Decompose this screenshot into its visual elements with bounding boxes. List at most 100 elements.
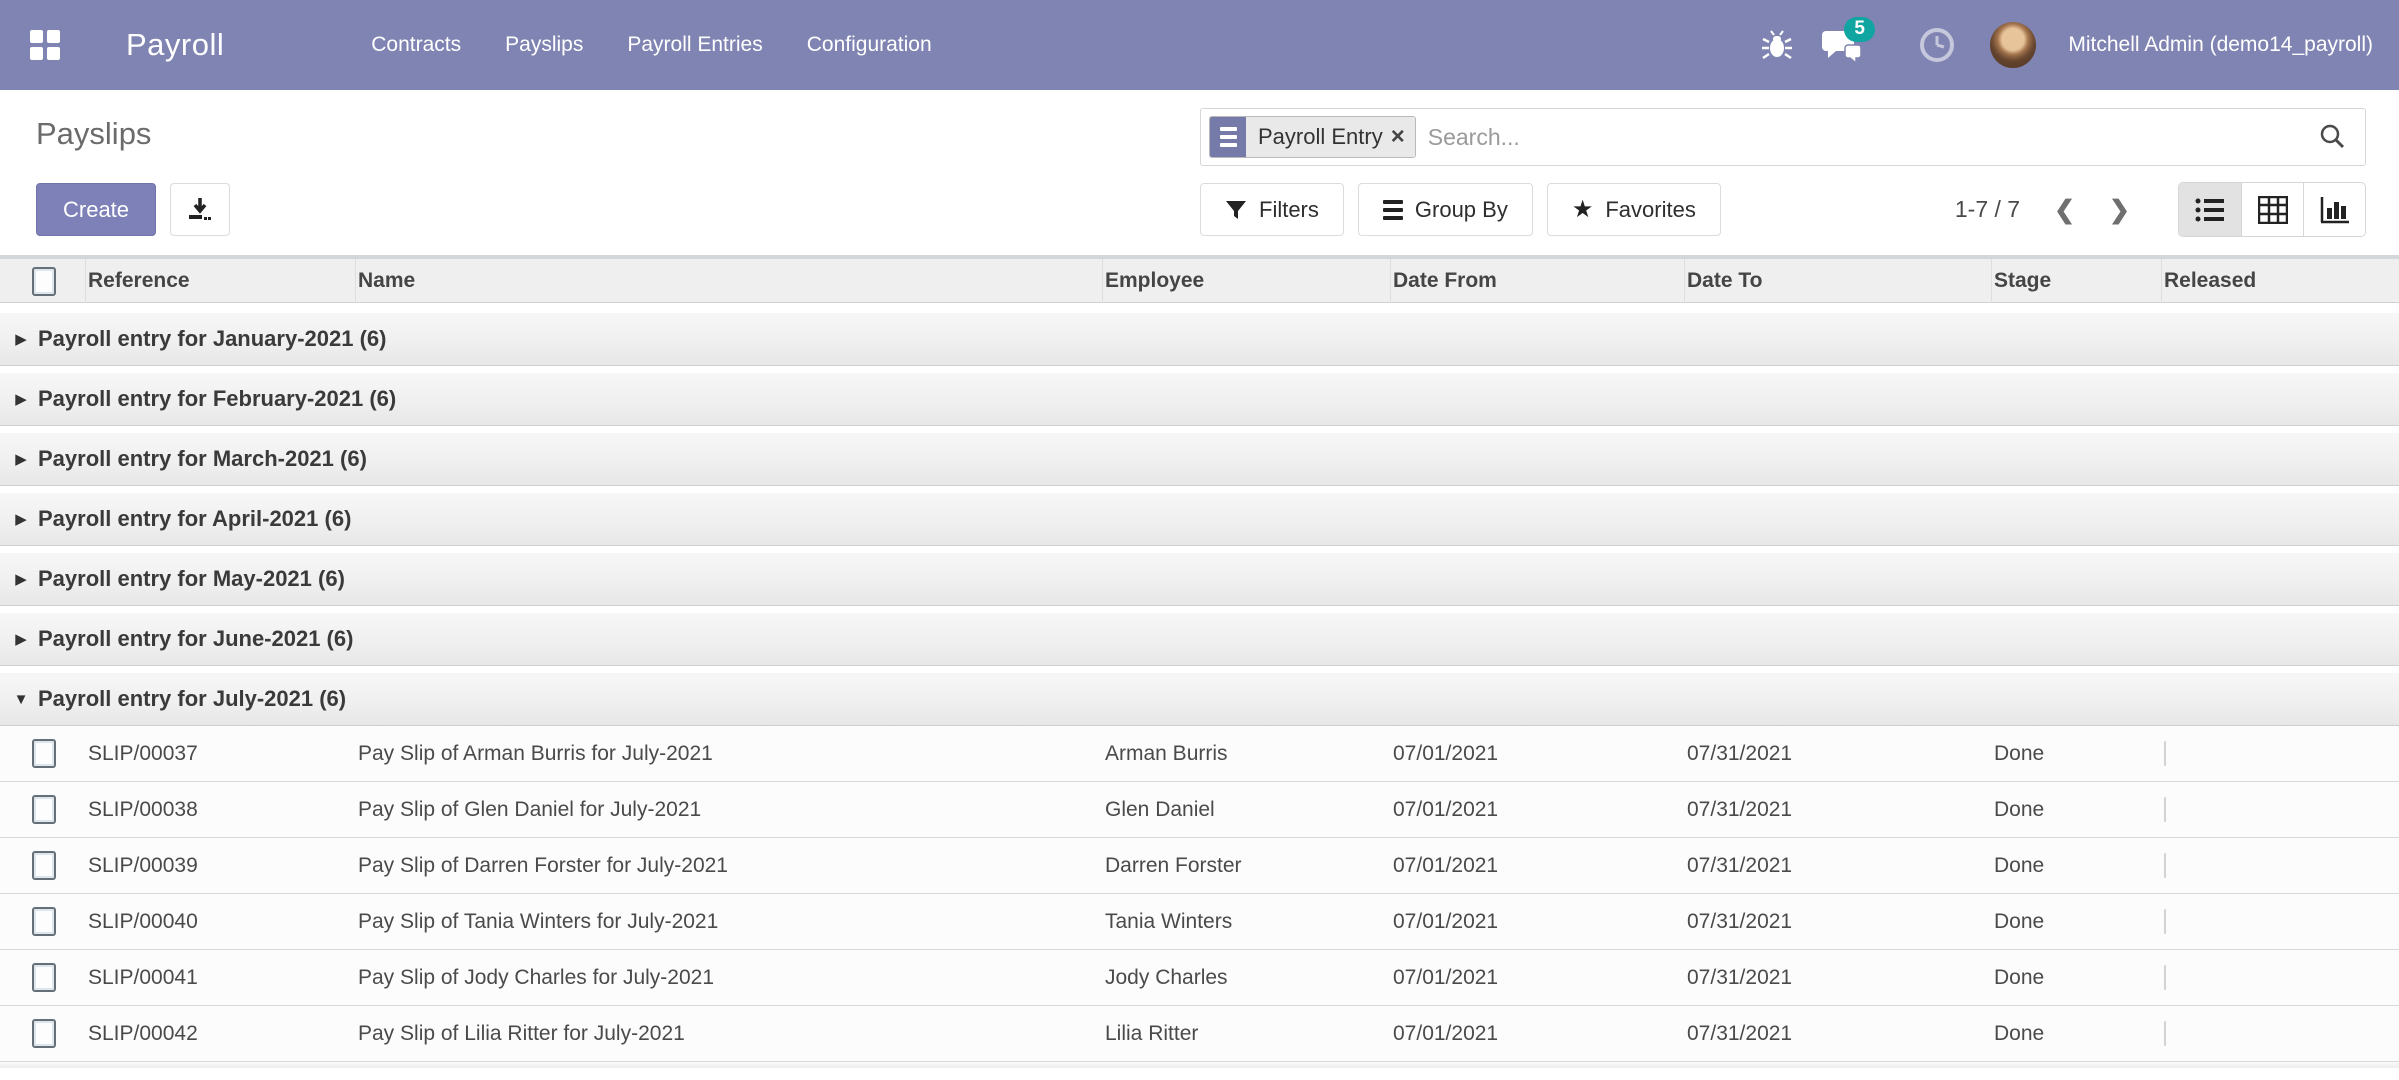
row-checkbox[interactable] (32, 963, 56, 992)
user-menu[interactable]: Mitchell Admin (demo14_payroll) (2068, 33, 2373, 57)
graph-view-button[interactable] (2303, 183, 2365, 236)
column-header-employee[interactable]: Employee (1103, 259, 1391, 303)
group-row-february[interactable]: ▶ Payroll entry for February-2021 (6) (0, 373, 2399, 426)
row-checkbox[interactable] (32, 851, 56, 880)
released-checkbox (2164, 853, 2166, 878)
next-group-row-edge (0, 1062, 2399, 1068)
cell-name: Pay Slip of Darren Forster for July-2021 (356, 854, 1103, 878)
pager-range: 1-7 / 7 (1955, 196, 2020, 223)
pivot-view-icon (2258, 196, 2288, 224)
cell-date-from: 07/01/2021 (1391, 910, 1685, 934)
cell-date-to: 07/31/2021 (1685, 854, 1992, 878)
column-header-date-from[interactable]: Date From (1391, 259, 1685, 303)
search-bar[interactable]: Payroll Entry × (1200, 108, 2366, 166)
nav-item-contracts[interactable]: Contracts (369, 25, 463, 65)
cell-stage: Done (1992, 742, 2162, 766)
cell-stage: Done (1992, 966, 2162, 990)
search-facet: Payroll Entry × (1209, 116, 1416, 158)
app-name[interactable]: Payroll (126, 27, 224, 63)
pager-previous-icon[interactable]: ❮ (2054, 195, 2075, 225)
cell-stage: Done (1992, 854, 2162, 878)
table-row[interactable]: SLIP/00041 Pay Slip of Jody Charles for … (0, 950, 2399, 1006)
cell-name: Pay Slip of Lilia Ritter for July-2021 (356, 1022, 1103, 1046)
group-by-button[interactable]: Group By (1358, 183, 1533, 236)
cell-date-from: 07/01/2021 (1391, 742, 1685, 766)
group-row-march[interactable]: ▶ Payroll entry for March-2021 (6) (0, 433, 2399, 486)
cell-reference: SLIP/00039 (86, 854, 356, 878)
filters-button[interactable]: Filters (1200, 183, 1344, 236)
table-row[interactable]: SLIP/00042 Pay Slip of Lilia Ritter for … (0, 1006, 2399, 1062)
caret-right-icon: ▶ (8, 510, 34, 528)
nav-item-payslips[interactable]: Payslips (503, 25, 585, 65)
table-row[interactable]: SLIP/00038 Pay Slip of Glen Daniel for J… (0, 782, 2399, 838)
table-row[interactable]: SLIP/00037 Pay Slip of Arman Burris for … (0, 726, 2399, 782)
cell-employee: Darren Forster (1103, 854, 1391, 878)
star-icon: ★ (1572, 195, 1594, 224)
group-row-july[interactable]: ▼ Payroll entry for July-2021 (6) (0, 673, 2399, 726)
cell-date-from: 07/01/2021 (1391, 966, 1685, 990)
cell-reference: SLIP/00040 (86, 910, 356, 934)
row-checkbox[interactable] (32, 1019, 56, 1048)
activities-clock-icon[interactable] (1918, 26, 1956, 64)
nav-menu: Contracts Payslips Payroll Entries Confi… (369, 25, 933, 65)
cell-reference: SLIP/00041 (86, 966, 356, 990)
column-header-date-to[interactable]: Date To (1685, 259, 1992, 303)
view-switcher (2178, 182, 2366, 237)
row-checkbox[interactable] (32, 795, 56, 824)
caret-right-icon: ▶ (8, 330, 34, 348)
nav-item-payroll-entries[interactable]: Payroll Entries (625, 25, 764, 65)
caret-right-icon: ▶ (8, 570, 34, 588)
cell-reference: SLIP/00038 (86, 798, 356, 822)
favorites-button[interactable]: ★ Favorites (1547, 183, 1721, 236)
group-by-icon (1383, 200, 1403, 220)
select-all-checkbox[interactable] (32, 267, 56, 296)
caret-down-icon: ▼ (8, 691, 34, 708)
row-checkbox[interactable] (32, 739, 56, 768)
caret-right-icon: ▶ (8, 390, 34, 408)
search-input[interactable] (1416, 124, 2317, 151)
facet-close-icon[interactable]: × (1391, 125, 1405, 149)
top-navbar: Payroll Contracts Payslips Payroll Entri… (0, 0, 2399, 90)
cell-date-to: 07/31/2021 (1685, 742, 1992, 766)
cell-employee: Tania Winters (1103, 910, 1391, 934)
create-button[interactable]: Create (36, 183, 156, 236)
graph-view-icon (2320, 196, 2350, 224)
list-view-button[interactable] (2179, 183, 2241, 236)
group-row-april[interactable]: ▶ Payroll entry for April-2021 (6) (0, 493, 2399, 546)
group-row-june[interactable]: ▶ Payroll entry for June-2021 (6) (0, 613, 2399, 666)
page-title: Payslips (36, 116, 151, 152)
pivot-view-button[interactable] (2241, 183, 2303, 236)
cell-reference: SLIP/00042 (86, 1022, 356, 1046)
released-checkbox (2164, 797, 2166, 822)
messages-icon[interactable]: 5 (1822, 27, 1864, 63)
caret-right-icon: ▶ (8, 450, 34, 468)
pager-next-icon[interactable]: ❯ (2109, 195, 2130, 225)
cell-employee: Glen Daniel (1103, 798, 1391, 822)
download-icon (186, 196, 214, 224)
table-row[interactable]: SLIP/00040 Pay Slip of Tania Winters for… (0, 894, 2399, 950)
search-icon[interactable] (2317, 122, 2347, 152)
column-header-released[interactable]: Released (2162, 259, 2399, 303)
group-row-may[interactable]: ▶ Payroll entry for May-2021 (6) (0, 553, 2399, 606)
row-checkbox[interactable] (32, 907, 56, 936)
cell-employee: Lilia Ritter (1103, 1022, 1391, 1046)
user-avatar[interactable] (1990, 22, 2036, 68)
payslips-list: Reference Name Employee Date From Date T… (0, 255, 2399, 1068)
apps-menu-icon[interactable] (30, 30, 60, 60)
cell-name: Pay Slip of Tania Winters for July-2021 (356, 910, 1103, 934)
nav-item-configuration[interactable]: Configuration (805, 25, 934, 65)
export-button[interactable] (170, 183, 230, 236)
navbar-right: 5 Mitchell Admin (demo14_payroll) (1760, 22, 2373, 68)
cell-date-from: 07/01/2021 (1391, 798, 1685, 822)
cell-stage: Done (1992, 798, 2162, 822)
debug-bug-icon[interactable] (1760, 28, 1794, 62)
column-header-reference[interactable]: Reference (86, 259, 356, 303)
group-row-january[interactable]: ▶ Payroll entry for January-2021 (6) (0, 313, 2399, 366)
table-row[interactable]: SLIP/00039 Pay Slip of Darren Forster fo… (0, 838, 2399, 894)
cell-stage: Done (1992, 910, 2162, 934)
cell-name: Pay Slip of Glen Daniel for July-2021 (356, 798, 1103, 822)
caret-right-icon: ▶ (8, 630, 34, 648)
column-header-name[interactable]: Name (356, 259, 1103, 303)
released-checkbox (2164, 741, 2166, 766)
column-header-stage[interactable]: Stage (1992, 259, 2162, 303)
